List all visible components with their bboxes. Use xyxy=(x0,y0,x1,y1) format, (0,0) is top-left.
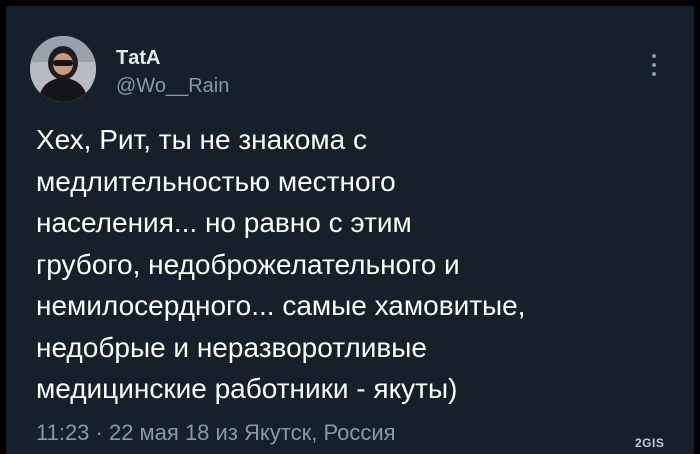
tweet-text-line: Хех, Рит, ты не знакома с xyxy=(36,124,367,155)
avatar[interactable] xyxy=(30,36,96,102)
more-vertical-icon-dot xyxy=(652,72,656,76)
tweet-text-line: населения... но равно с этим xyxy=(36,207,412,238)
tweet-text-line: медлительностью местного xyxy=(36,165,396,197)
more-options-button[interactable] xyxy=(646,50,662,80)
watermark: 2GIS xyxy=(635,436,665,450)
author-handle[interactable]: @Wo__Rain xyxy=(116,74,229,98)
tweet-text: Хех, Рит, ты не знакома с медлительность… xyxy=(36,119,676,410)
tweet-text-line: грубого, недоброжелательного и xyxy=(36,248,460,280)
avatar-image xyxy=(30,36,96,102)
tweet-timestamp-location[interactable]: 11:23 · 22 мая 18 из Якутск, Россия xyxy=(36,420,396,446)
tweet-text-line: недобрые и неразворотливые xyxy=(36,331,427,363)
tweet-card: ТatA @Wo__Rain Хех, Рит, ты не знакома с… xyxy=(6,6,694,454)
author-display-name[interactable]: ТatA xyxy=(116,46,160,70)
screen: ТatA @Wo__Rain Хех, Рит, ты не знакома с… xyxy=(0,0,700,454)
more-vertical-icon xyxy=(652,54,656,58)
tweet-text-line: немилосердного... самые хамовитые, xyxy=(36,290,526,321)
tweet-text-line: медицинские работники - якуты) xyxy=(36,373,458,404)
more-vertical-icon-dot xyxy=(652,63,656,67)
